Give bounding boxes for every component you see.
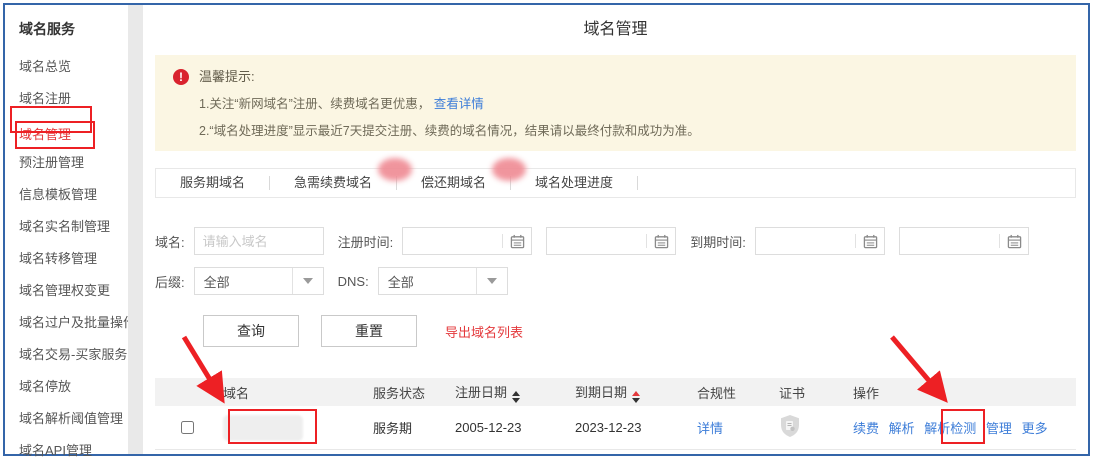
sidebar-item-domain-overview[interactable]: 域名总览 bbox=[19, 57, 128, 77]
sidebar-item-domain-trade-buyer[interactable]: 域名交易-买家服务▼ bbox=[19, 345, 128, 365]
sidebar-item-admin-rights-change[interactable]: 域名管理权变更 bbox=[19, 281, 128, 301]
filter-form: 域名: 注册时间: 到期时间: bbox=[155, 227, 1076, 295]
sidebar-item-dns-threshold[interactable]: 域名解析阈值管理 bbox=[19, 409, 128, 429]
col-compliance: 合规性 bbox=[685, 378, 767, 406]
calendar-icon bbox=[654, 234, 669, 249]
sidebar-item-info-template[interactable]: 信息模板管理 bbox=[19, 185, 128, 205]
certificate-shield-icon[interactable] bbox=[779, 414, 801, 438]
sidebar-item-domain-register[interactable]: 域名注册 bbox=[19, 89, 128, 109]
tab-urgent-renewal-domains[interactable]: 急需续费域名 bbox=[270, 169, 396, 197]
action-row: 查询 重置 导出域名列表 bbox=[155, 315, 1076, 347]
tab-divider bbox=[637, 176, 638, 190]
resolve-check-link[interactable]: 解析检测 bbox=[924, 421, 976, 436]
app-window: 域名服务 域名总览 域名注册 域名管理 预注册管理 信息模板管理 域名实名制管理… bbox=[0, 0, 1093, 459]
manage-link[interactable]: 管理 bbox=[986, 421, 1012, 436]
notice-line-2: 2.“域名处理进度”显示最近7天提交注册、续费的域名情况，结果请以最终付款和成功… bbox=[199, 122, 700, 140]
register-time-label: 注册时间: bbox=[338, 232, 394, 251]
tab-domain-processing-progress[interactable]: 域名处理进度 bbox=[511, 169, 637, 197]
chevron-down-icon bbox=[303, 278, 313, 284]
suffix-select[interactable]: 全部 bbox=[194, 267, 324, 295]
renew-link[interactable]: 续费 bbox=[853, 421, 879, 436]
sidebar-item-domain-parking[interactable]: 域名停放 bbox=[19, 377, 128, 397]
sidebar-item-domain-management[interactable]: 域名管理 bbox=[19, 121, 128, 141]
expire-date-cell: 2023-12-23 bbox=[563, 406, 685, 450]
calendar-icon bbox=[510, 234, 525, 249]
dns-filter-label: DNS: bbox=[338, 274, 369, 289]
calendar-icon bbox=[863, 234, 878, 249]
expire-date-from-input[interactable] bbox=[755, 227, 885, 255]
sidebar-item-ownership-batch-ops[interactable]: 域名过户及批量操作 bbox=[19, 313, 128, 333]
chevron-down-icon bbox=[487, 278, 497, 284]
domain-search-input[interactable] bbox=[194, 227, 324, 255]
sidebar-header: 域名服务 bbox=[19, 19, 128, 39]
scrollbar-track[interactable] bbox=[128, 5, 143, 454]
notice-banner: ! 温馨提示: 1.关注“新网域名”注册、续费域名更优惠， 查看详情 2.“域名… bbox=[155, 55, 1076, 151]
sidebar-item-realname-management[interactable]: 域名实名制管理 bbox=[19, 217, 128, 237]
notice-heading: 温馨提示: bbox=[199, 68, 700, 86]
filter-row-1: 域名: 注册时间: 到期时间: bbox=[155, 227, 1076, 255]
calendar-icon bbox=[1007, 234, 1022, 249]
col-service-status: 服务状态 bbox=[361, 378, 443, 406]
col-operations: 操作 bbox=[841, 378, 1076, 406]
expire-date-to-input[interactable] bbox=[899, 227, 1029, 255]
domain-filter-label: 域名: bbox=[155, 232, 185, 251]
register-date-cell: 2005-12-23 bbox=[443, 406, 563, 450]
select-all-column bbox=[155, 378, 211, 406]
dns-select[interactable]: 全部 bbox=[378, 267, 508, 295]
tab-service-period-domains[interactable]: 服务期域名 bbox=[156, 169, 269, 197]
domain-table: 域名 服务状态 注册日期 到期日期 合规性 证书 操作 服务期 2005-1 bbox=[155, 378, 1076, 450]
row-select-checkbox[interactable] bbox=[181, 421, 194, 434]
reset-button[interactable]: 重置 bbox=[321, 315, 417, 347]
notice-body: 温馨提示: 1.关注“新网域名”注册、续费域名更优惠， 查看详情 2.“域名处理… bbox=[199, 68, 700, 140]
console-frame: 域名服务 域名总览 域名注册 域名管理 预注册管理 信息模板管理 域名实名制管理… bbox=[3, 3, 1090, 456]
compliance-details-link[interactable]: 详情 bbox=[697, 421, 723, 436]
col-certificate: 证书 bbox=[767, 378, 841, 406]
register-date-to-input[interactable] bbox=[546, 227, 676, 255]
sort-expire-date-icon[interactable] bbox=[632, 391, 640, 403]
alert-icon: ! bbox=[173, 69, 189, 85]
export-domain-list-link[interactable]: 导出域名列表 bbox=[445, 322, 523, 341]
table-header-row: 域名 服务状态 注册日期 到期日期 合规性 证书 操作 bbox=[155, 378, 1076, 406]
redacted-domain-name bbox=[223, 415, 303, 441]
table-row: 服务期 2005-12-23 2023-12-23 详情 bbox=[155, 406, 1076, 450]
expire-time-label: 到期时间: bbox=[690, 232, 746, 251]
filter-row-2: 后缀: 全部 DNS: 全部 bbox=[155, 267, 1076, 295]
view-details-link[interactable]: 查看详情 bbox=[434, 97, 484, 111]
operations-cell: 续费 解析 解析检测 管理 更多 bbox=[841, 406, 1076, 450]
col-register-date[interactable]: 注册日期 bbox=[443, 378, 563, 406]
more-link[interactable]: 更多 bbox=[1022, 421, 1048, 436]
resolve-link[interactable]: 解析 bbox=[889, 421, 915, 436]
tab-bar: 服务期域名 急需续费域名 偿还期域名 域名处理进度 bbox=[155, 168, 1076, 198]
notice-line-1: 1.关注“新网域名”注册、续费域名更优惠， 查看详情 bbox=[199, 95, 700, 113]
sidebar-item-preregister-management[interactable]: 预注册管理 bbox=[19, 153, 128, 173]
sidebar: 域名服务 域名总览 域名注册 域名管理 预注册管理 信息模板管理 域名实名制管理… bbox=[5, 5, 128, 454]
suffix-filter-label: 后缀: bbox=[155, 272, 185, 291]
page-title: 域名管理 bbox=[155, 5, 1076, 41]
register-date-from-input[interactable] bbox=[402, 227, 532, 255]
main-content: 域名管理 ! 温馨提示: 1.关注“新网域名”注册、续费域名更优惠， 查看详情 … bbox=[143, 5, 1088, 454]
col-domain: 域名 bbox=[211, 378, 361, 406]
sort-register-date-icon[interactable] bbox=[512, 391, 520, 403]
col-expire-date[interactable]: 到期日期 bbox=[563, 378, 685, 406]
sidebar-item-transfer-management[interactable]: 域名转移管理 bbox=[19, 249, 128, 269]
query-button[interactable]: 查询 bbox=[203, 315, 299, 347]
service-status-cell: 服务期 bbox=[361, 406, 443, 450]
tab-redemption-period-domains[interactable]: 偿还期域名 bbox=[397, 169, 510, 197]
sidebar-item-domain-api[interactable]: 域名API管理 bbox=[19, 441, 128, 459]
